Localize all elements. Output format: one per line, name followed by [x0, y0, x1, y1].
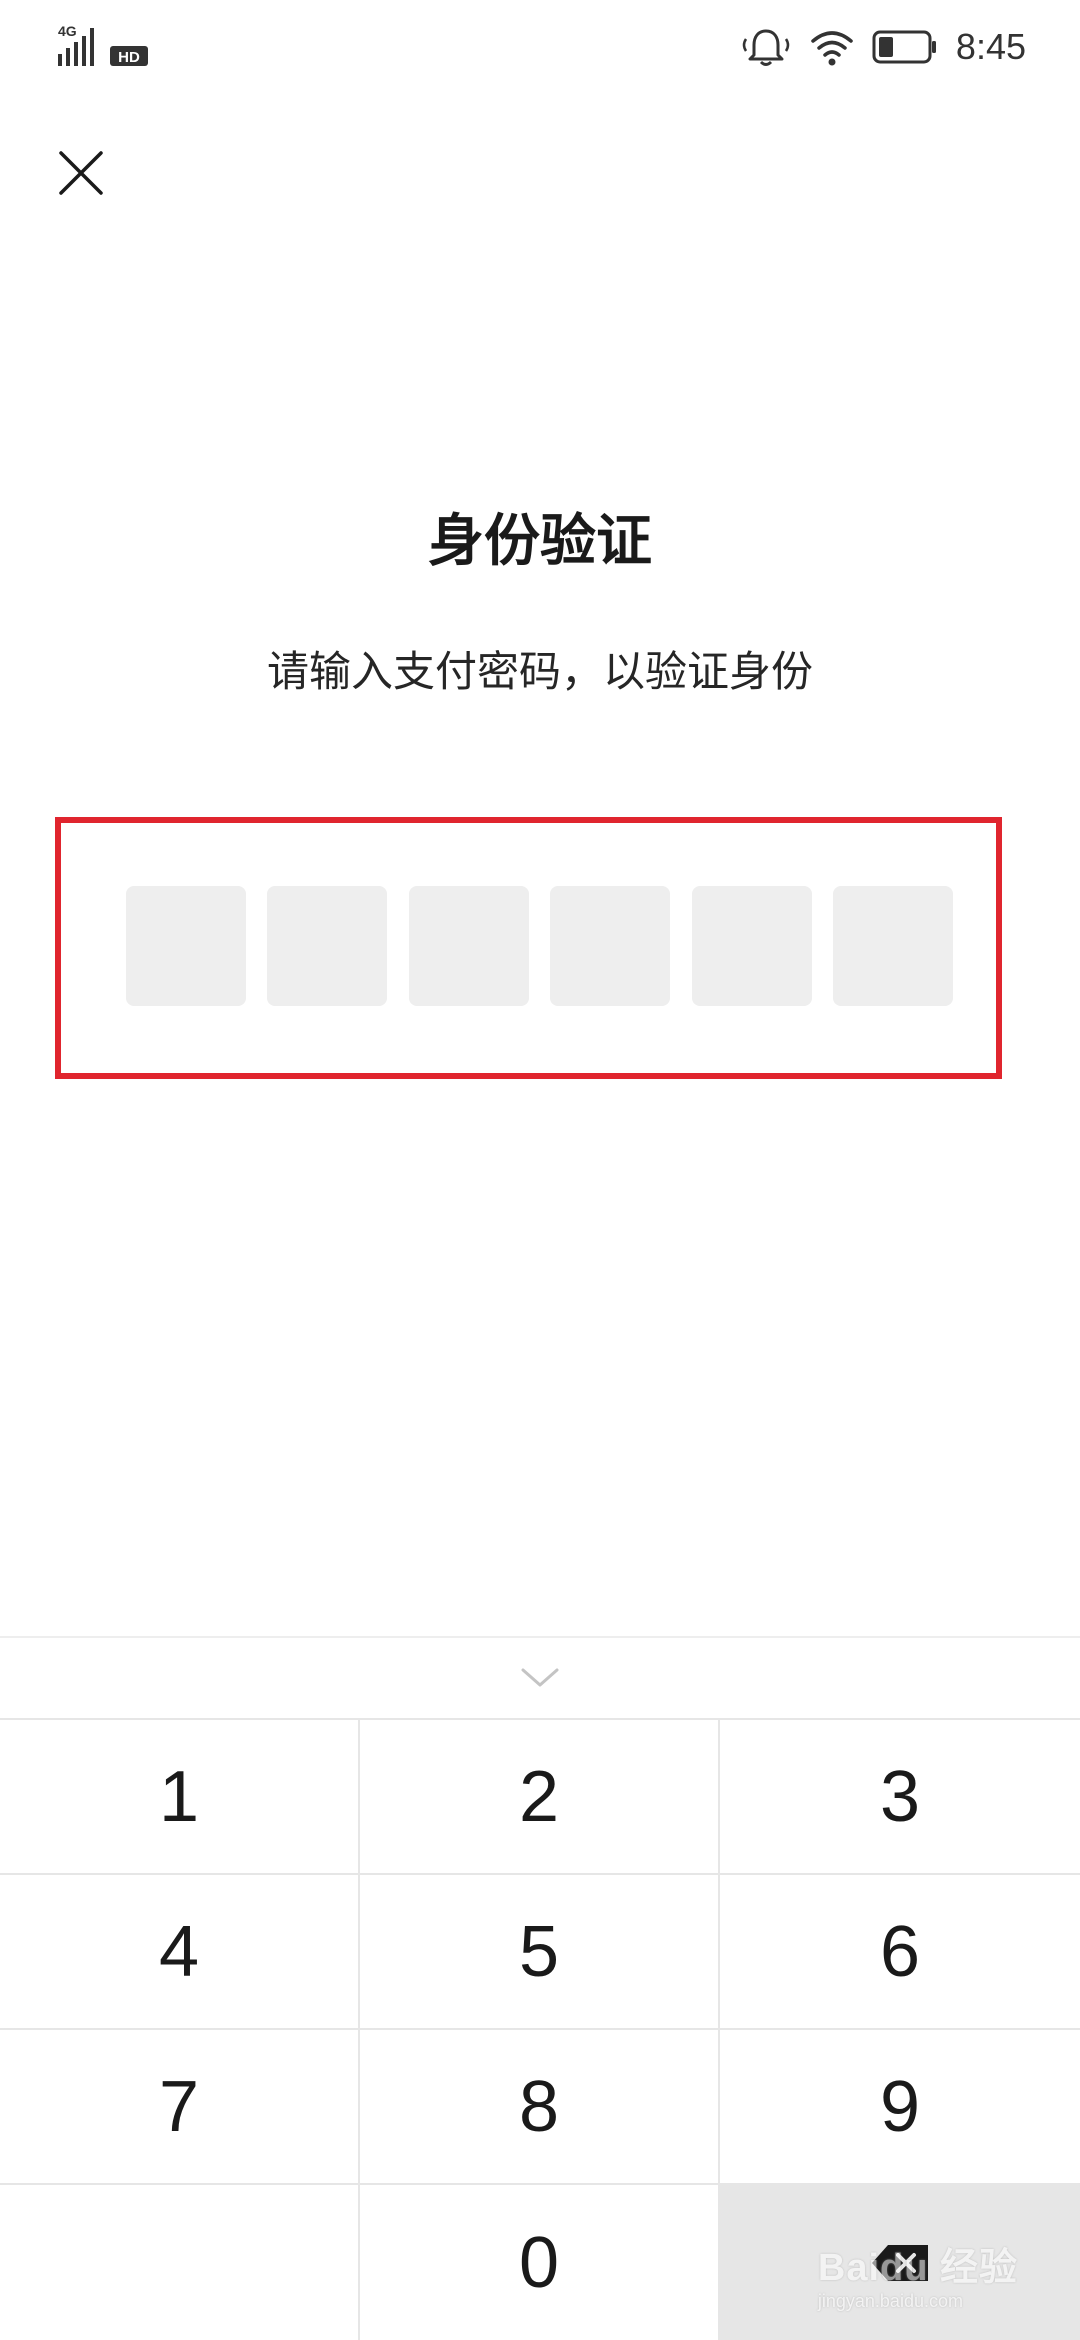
pin-cell — [126, 886, 246, 1006]
battery-icon — [872, 30, 936, 64]
key-9[interactable]: 9 — [720, 2030, 1080, 2185]
key-3[interactable]: 3 — [720, 1720, 1080, 1875]
status-right: 8:45 — [740, 22, 1026, 72]
key-8[interactable]: 8 — [360, 2030, 720, 2185]
close-icon — [59, 151, 103, 195]
pin-cell — [408, 886, 529, 1006]
keyboard-collapse-button[interactable] — [0, 1638, 1080, 1720]
pin-input[interactable] — [126, 886, 953, 1006]
status-time: 8:45 — [955, 26, 1026, 67]
delete-key[interactable]: Baidu 经验 jingyan.baidu.com — [720, 2185, 1080, 2340]
key-0[interactable]: 0 — [360, 2185, 720, 2340]
key-1[interactable]: 1 — [0, 1720, 360, 1875]
empty-key — [0, 2185, 360, 2340]
status-bar: 4G HD 8:45 — [0, 0, 1080, 96]
watermark: Baidu 经验 jingyan.baidu.com — [817, 2247, 1018, 2311]
bell-vibrate-icon — [742, 29, 790, 66]
svg-text:4G: 4G — [58, 24, 77, 39]
svg-text:HD: HD — [118, 49, 140, 66]
pin-cell — [832, 886, 953, 1006]
pin-cell — [267, 886, 388, 1006]
signal-icon: 4G HD — [58, 24, 148, 66]
key-6[interactable]: 6 — [720, 1875, 1080, 2030]
pin-cell — [691, 886, 812, 1006]
wifi-icon — [811, 31, 853, 66]
status-left: 4G HD — [58, 24, 150, 68]
pin-cell — [550, 886, 671, 1006]
numeric-keyboard: 1 2 3 4 5 6 7 8 9 0 Baidu 经验 jingyan.baidu.com — [0, 1636, 1080, 2340]
keypad: 1 2 3 4 5 6 7 8 9 0 Baidu 经验 jingyan.baidu.com — [0, 1720, 1080, 2340]
key-5[interactable]: 5 — [360, 1875, 720, 2030]
page-subtitle: 请输入支付密码，以验证身份 — [266, 647, 813, 696]
key-2[interactable]: 2 — [360, 1720, 720, 1875]
page-title: 身份验证 — [428, 509, 652, 574]
screen: 4G HD 8:45 身份验证 请输入支付密码，以验证身份 1 2 3 4 5 … — [0, 0, 1080, 2340]
key-4[interactable]: 4 — [0, 1875, 360, 2030]
close-button[interactable] — [50, 142, 112, 204]
key-7[interactable]: 7 — [0, 2030, 360, 2185]
chevron-down-icon — [521, 1668, 559, 1687]
